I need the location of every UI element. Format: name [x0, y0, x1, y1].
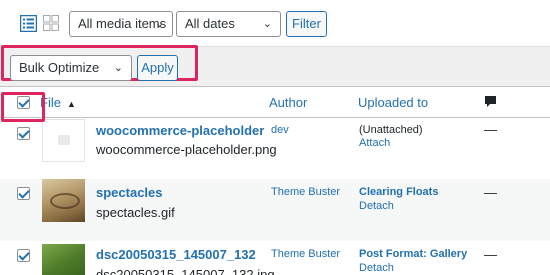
uploaded-to-link[interactable]: Clearing Floats	[359, 186, 438, 198]
chevron-down-icon: ⌄	[154, 18, 164, 30]
media-title-link[interactable]: dsc20050315_145007_132	[96, 247, 256, 262]
comment-bubble-icon[interactable]	[484, 95, 497, 108]
uploaded-to-text: (Unattached)	[359, 124, 423, 136]
media-type-select[interactable]: All media items ⌄	[69, 11, 173, 37]
table-header: File ▲ Author Uploaded to	[0, 87, 550, 118]
date-select[interactable]: All dates ⌄	[176, 11, 281, 37]
chevron-down-icon: ⌄	[113, 62, 123, 74]
filter-button[interactable]: Filter	[286, 11, 327, 37]
media-title-link[interactable]: spectacles	[96, 185, 163, 200]
comment-count: —	[484, 247, 497, 262]
author-link[interactable]: Theme Buster	[271, 248, 340, 260]
detach-link[interactable]: Detach	[359, 262, 394, 274]
media-filename: woocommerce-placeholder.png	[96, 142, 277, 157]
bulk-action-value: Bulk Optimize	[19, 60, 100, 75]
column-file[interactable]: File ▲	[40, 95, 76, 110]
uploaded-to-link[interactable]: Post Format: Gallery	[359, 248, 467, 260]
grid-view-icon[interactable]	[43, 15, 59, 31]
row-checkbox[interactable]	[17, 249, 30, 262]
media-title-link[interactable]: woocommerce-placeholder	[96, 123, 264, 138]
thumbnail-placeholder[interactable]	[42, 119, 85, 162]
thumbnail-image[interactable]	[42, 179, 85, 222]
column-uploaded-to[interactable]: Uploaded to	[358, 95, 428, 110]
attach-link[interactable]: Attach	[359, 137, 390, 149]
select-all-highlight	[1, 92, 45, 122]
author-link[interactable]: dev	[271, 124, 289, 136]
thumbnail-image[interactable]	[42, 244, 85, 275]
apply-button[interactable]: Apply	[137, 55, 178, 81]
author-link[interactable]: Theme Buster	[271, 186, 340, 198]
media-filename: spectacles.gif	[96, 205, 175, 220]
chevron-down-icon: ⌄	[262, 18, 272, 30]
sort-ascending-icon: ▲	[66, 99, 76, 109]
row-checkbox[interactable]	[17, 187, 30, 200]
list-view-icon[interactable]	[20, 15, 37, 32]
column-author[interactable]: Author	[269, 95, 307, 110]
table-row: spectacles spectacles.gif Theme Buster C…	[0, 179, 550, 241]
bulk-action-select[interactable]: Bulk Optimize ⌄	[10, 55, 132, 81]
comment-count: —	[484, 122, 497, 137]
row-checkbox[interactable]	[17, 127, 30, 140]
date-value: All dates	[185, 16, 235, 31]
detach-link[interactable]: Detach	[359, 200, 394, 212]
table-row: woocommerce-placeholder woocommerce-plac…	[0, 119, 550, 179]
media-toolbar: All media items ⌄ All dates ⌄ Filter	[0, 0, 550, 47]
table-row: dsc20050315_145007_132 dsc20050315_14500…	[0, 241, 550, 275]
media-type-value: All media items	[78, 16, 167, 31]
media-filename: dsc20050315_145007_132.jpg	[96, 267, 275, 275]
media-table: File ▲ Author Uploaded to woocommerce-pla…	[0, 86, 550, 275]
comment-count: —	[484, 185, 497, 200]
